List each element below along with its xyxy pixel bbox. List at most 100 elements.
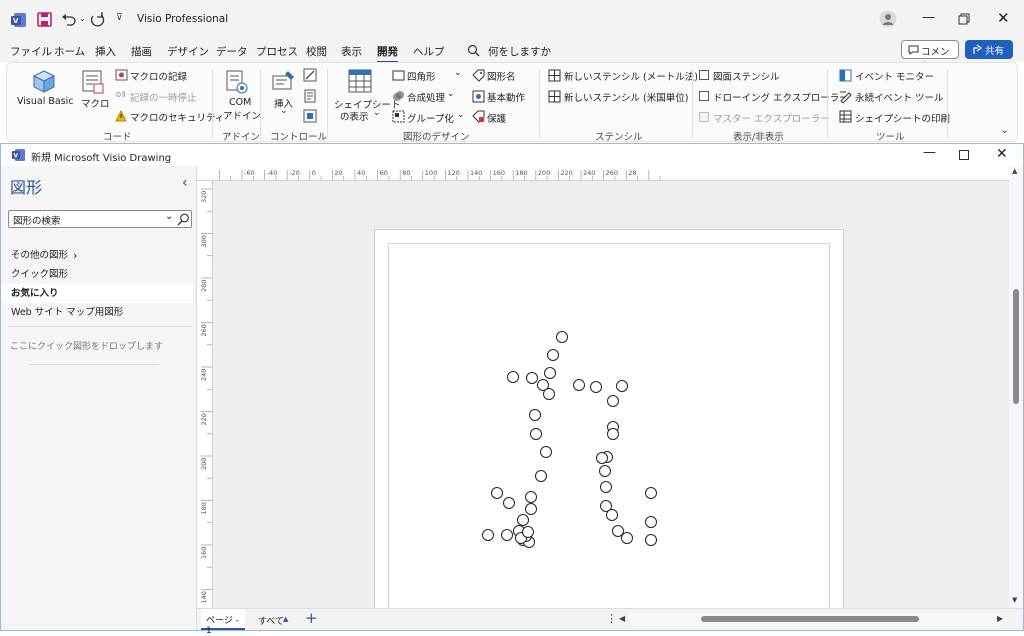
- all-pages-up-icon[interactable]: ▲: [283, 615, 288, 623]
- circle-shape[interactable]: [645, 487, 657, 499]
- circle-shape[interactable]: [547, 349, 559, 361]
- com-addin-label-2[interactable]: アドイン: [223, 108, 261, 122]
- circle-shape[interactable]: [621, 532, 633, 544]
- collapse-ribbon-icon[interactable]: ⌄: [1000, 123, 1009, 136]
- tab-review[interactable]: 校閲: [306, 44, 327, 59]
- restore-icon[interactable]: [958, 13, 970, 25]
- design-mode-icon[interactable]: [303, 68, 317, 82]
- shape-name-button[interactable]: 図形名: [487, 69, 516, 83]
- com-addin-label-1[interactable]: COM: [229, 97, 251, 108]
- shape-search-icon[interactable]: [177, 213, 190, 226]
- doc-close-icon[interactable]: ✕: [996, 146, 1008, 162]
- scroll-right-icon[interactable]: ▶: [997, 614, 1003, 623]
- more-options-icon[interactable]: ⋮: [606, 612, 617, 625]
- show-shapesheet-dropdown-icon[interactable]: ⌄: [373, 108, 381, 118]
- drawing-explorer-label[interactable]: ドローイング エクスプローラー: [713, 90, 849, 104]
- circle-shape[interactable]: [599, 465, 611, 477]
- circle-shape[interactable]: [543, 388, 555, 400]
- shape-search-input[interactable]: 図形の検索: [13, 213, 61, 227]
- operations-button[interactable]: 合成処理: [407, 90, 445, 104]
- customize-quick-access-icon[interactable]: ⊽: [116, 13, 123, 23]
- minimize-icon[interactable]: —: [922, 10, 935, 25]
- persistent-events-button[interactable]: 永続イベント ツール: [855, 90, 944, 104]
- doc-maximize-icon[interactable]: [959, 150, 969, 160]
- circle-shape[interactable]: [606, 509, 618, 521]
- page-tab[interactable]: ページ - 1: [201, 609, 245, 636]
- doc-minimize-icon[interactable]: —: [923, 145, 936, 160]
- visual-basic-button[interactable]: Visual Basic: [17, 96, 74, 107]
- view-code-icon[interactable]: [303, 109, 317, 123]
- undo-dropdown-icon[interactable]: ⌄: [79, 14, 86, 23]
- circle-shape[interactable]: [501, 529, 513, 541]
- circle-shape[interactable]: [645, 516, 657, 528]
- sidebar-item-quick-shapes[interactable]: クイック図形: [1, 265, 193, 284]
- tab-home[interactable]: ホーム: [54, 44, 85, 59]
- comment-button[interactable]: コメント: [901, 40, 959, 72]
- new-stencil-us-button[interactable]: 新しいステンシル (米国単位): [564, 90, 688, 104]
- operations-dropdown-icon[interactable]: ⌄: [447, 89, 455, 99]
- tab-view[interactable]: 表示: [341, 44, 362, 59]
- close-icon[interactable]: ✕: [997, 9, 1010, 27]
- tab-help[interactable]: ヘルプ: [413, 44, 445, 59]
- circle-shape[interactable]: [517, 514, 529, 526]
- drawing-explorer-checkbox[interactable]: [699, 91, 709, 101]
- circle-shape[interactable]: [573, 379, 585, 391]
- circle-shape[interactable]: [612, 525, 624, 537]
- account-avatar-icon[interactable]: [879, 10, 897, 28]
- circle-shape[interactable]: [596, 452, 608, 464]
- drawing-shapes[interactable]: [213, 181, 1009, 608]
- circle-shape[interactable]: [616, 380, 628, 392]
- tab-file[interactable]: ファイル: [10, 44, 52, 59]
- search-dropdown-icon[interactable]: ⌄: [165, 211, 173, 222]
- all-pages-label[interactable]: すべて: [258, 614, 284, 627]
- vertical-scrollbar[interactable]: ▲ ▼: [1009, 166, 1023, 608]
- rectangle-dropdown-icon[interactable]: ⌄: [454, 68, 462, 78]
- tab-draw[interactable]: 描画: [131, 44, 152, 59]
- circle-shape[interactable]: [503, 497, 515, 509]
- circle-shape[interactable]: [540, 446, 552, 458]
- rectangle-button[interactable]: 四角形: [407, 69, 436, 83]
- tab-process[interactable]: プロセス: [256, 44, 298, 59]
- scroll-left-icon[interactable]: ◀: [619, 614, 625, 623]
- tell-me-search[interactable]: 何をしますか: [488, 44, 551, 59]
- circle-shape[interactable]: [535, 470, 547, 482]
- print-shapesheet-button[interactable]: シェイプシートの印刷: [855, 111, 950, 125]
- sidebar-item-favorites[interactable]: お気に入り: [1, 284, 193, 303]
- macro-button[interactable]: マクロ: [81, 96, 110, 110]
- circle-shape[interactable]: [556, 331, 568, 343]
- group-button[interactable]: グループ化: [407, 111, 454, 125]
- tab-developer[interactable]: 開発: [377, 44, 398, 63]
- document-stencil-checkbox[interactable]: [699, 70, 709, 80]
- add-page-icon[interactable]: +: [305, 609, 318, 627]
- show-shapesheet-label-2[interactable]: の表示: [340, 109, 369, 123]
- event-monitor-button[interactable]: イベント モニター: [855, 69, 934, 83]
- tab-insert[interactable]: 挿入: [95, 44, 116, 59]
- share-button[interactable]: 共有: [965, 40, 1013, 59]
- circle-shape[interactable]: [482, 529, 494, 541]
- circle-shape[interactable]: [507, 371, 519, 383]
- collapse-panel-icon[interactable]: ‹: [182, 175, 188, 191]
- group-dropdown-icon[interactable]: ⌄: [457, 110, 465, 120]
- properties-icon[interactable]: [303, 89, 317, 103]
- scroll-down-icon[interactable]: ▼: [1012, 596, 1017, 604]
- new-stencil-metric-button[interactable]: 新しいステンシル (メートル法): [564, 69, 698, 83]
- redo-icon[interactable]: [89, 11, 105, 27]
- drawing-canvas[interactable]: [213, 181, 1009, 608]
- circle-shape[interactable]: [607, 428, 619, 440]
- circle-shape[interactable]: [607, 395, 619, 407]
- circle-shape[interactable]: [590, 381, 602, 393]
- record-macro-button[interactable]: マクロの記録: [130, 69, 187, 83]
- scroll-up-icon[interactable]: ▲: [1012, 167, 1017, 175]
- search-icon[interactable]: [467, 44, 480, 57]
- vertical-scroll-thumb[interactable]: [1013, 289, 1019, 404]
- save-icon[interactable]: [37, 12, 52, 27]
- protection-button[interactable]: 保護: [487, 111, 506, 125]
- tab-data[interactable]: データ: [216, 44, 248, 59]
- insert-dropdown-icon[interactable]: ⌄: [280, 106, 288, 116]
- tab-design[interactable]: デザイン: [167, 44, 209, 59]
- circle-shape[interactable]: [525, 491, 537, 503]
- document-stencil-label[interactable]: 図面ステンシル: [713, 69, 780, 83]
- circle-shape[interactable]: [530, 428, 542, 440]
- more-shapes-item[interactable]: その他の図形 ›: [1, 246, 193, 265]
- horizontal-scroll-thumb[interactable]: [701, 616, 919, 622]
